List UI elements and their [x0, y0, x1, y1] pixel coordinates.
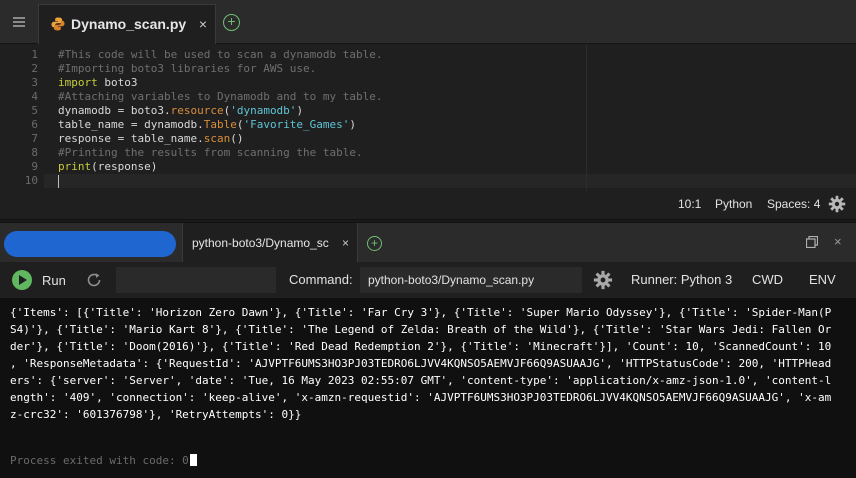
code-token: Table	[203, 118, 237, 131]
code-token: print	[58, 160, 92, 173]
editor-statusbar: 10:1 Python Spaces: 4	[0, 191, 856, 219]
code-token: 'dynamodb'	[230, 104, 297, 117]
code-line: #Importing boto3 libraries for AWS use.	[58, 62, 316, 76]
line-number: 6	[31, 118, 38, 131]
tab-dynamo-scan[interactable]: Dynamo_scan.py ×	[38, 4, 216, 44]
run-toolbar: Run Command: Runner: Python 3 CWD ENV	[0, 262, 856, 298]
output-line: {'Items': [{'Title': 'Horizon Zero Dawn'…	[10, 306, 832, 319]
code-line: table_name = dynamodb.Table('Favorite_Ga…	[58, 118, 356, 132]
output-line: , 'ResponseMetadata': {'RequestId': 'AJV…	[10, 357, 832, 370]
runner-settings-icon[interactable]	[593, 270, 613, 290]
command-input[interactable]	[360, 267, 582, 293]
editor-tabbar: Dynamo_scan.py × +	[0, 0, 856, 44]
code-token: dynamodb = boto3.	[58, 104, 171, 117]
tab-python-boto3-runner[interactable]: python-boto3/Dynamo_sc ×	[182, 223, 358, 263]
code-token: resource	[170, 104, 224, 117]
gear-icon[interactable]	[828, 195, 846, 213]
close-tab-icon[interactable]: ×	[342, 236, 349, 250]
line-number: 3	[31, 76, 38, 89]
command-label: Command:	[289, 272, 353, 287]
indent-setting[interactable]: Spaces: 4	[767, 197, 820, 211]
line-number: 1	[31, 48, 38, 61]
process-exit-message: Process exited with code: 0	[10, 454, 197, 468]
code-token: scan	[203, 132, 231, 145]
menu-icon[interactable]	[8, 11, 30, 33]
tab-label: Dynamo_scan.py	[71, 16, 187, 32]
redacted-tab[interactable]	[4, 231, 176, 257]
code-token: #Importing boto3 libraries for AWS use.	[58, 62, 317, 75]
add-tab-icon[interactable]: +	[223, 14, 240, 31]
output-line: ers': {'server': 'Server', 'date': 'Tue,…	[10, 374, 832, 387]
play-icon	[12, 270, 32, 290]
add-tab-icon[interactable]: +	[367, 236, 382, 251]
code-line: #Attaching variables to Dynamodb and to …	[58, 90, 383, 104]
code-line: #Printing the results from scanning the …	[58, 146, 363, 160]
env-button[interactable]: ENV	[809, 272, 836, 287]
output-line: ength': '409', 'connection': 'keep-alive…	[10, 391, 832, 404]
code-token: table_name = dynamodb.	[58, 118, 204, 131]
code-editor[interactable]: 1 2 3 4 5 6 7 8 9 10 #This code will be used to s…	[0, 45, 856, 191]
code-token: #This code will be used to scan a dynamo…	[58, 48, 383, 61]
cursor-position[interactable]: 10:1	[678, 197, 701, 211]
line-gutter: 1 2 3 4 5 6 7 8 9 10	[0, 45, 44, 191]
text-cursor	[58, 175, 59, 188]
code-token: (response)	[91, 160, 158, 173]
close-panel-icon[interactable]: ×	[834, 234, 842, 249]
code-token: #Printing the results from scanning the …	[58, 146, 363, 159]
output-line: der'}, {'Title': 'Doom(2016)'}, {'Title'…	[10, 340, 832, 353]
terminal-tabbar: python-boto3/Dynamo_sc × + ×	[0, 222, 856, 263]
restart-icon[interactable]	[84, 270, 104, 290]
editor-pane: Dynamo_scan.py × + 1 2 3 4 5 6 7 8 9 10 #This cod…	[0, 0, 856, 220]
tab-label: python-boto3/Dynamo_sc	[192, 236, 329, 250]
language-mode[interactable]: Python	[715, 197, 752, 211]
code-token: import	[58, 76, 98, 89]
terminal-output[interactable]: Process exited with code: 0 {'Items': [{…	[0, 298, 856, 478]
code-token: #Attaching variables to Dynamodb and to …	[58, 90, 383, 103]
terminal-cursor	[189, 454, 197, 466]
code-line: #This code will be used to scan a dynamo…	[58, 48, 383, 62]
code-token: response = table_name.	[58, 132, 204, 145]
python-file-icon	[51, 17, 65, 31]
line-number: 9	[31, 160, 38, 173]
code-line: dynamodb = boto3.resource('dynamodb')	[58, 104, 303, 118]
code-line: print(response)	[58, 160, 157, 174]
code-token: boto3	[97, 76, 138, 89]
line-number: 8	[31, 146, 38, 159]
code-token: 'Favorite_Games'	[243, 118, 350, 131]
line-number: 10	[24, 174, 38, 187]
runner-select[interactable]: Runner: Python 3	[631, 272, 732, 287]
run-args-input[interactable]	[116, 267, 276, 293]
output-line: z-crc32': '601376798'}, 'RetryAttempts':…	[10, 408, 302, 421]
maximize-icon[interactable]	[806, 236, 818, 248]
code-line: response = table_name.scan()	[58, 132, 243, 146]
line-number: 7	[31, 132, 38, 145]
line-number: 5	[31, 104, 38, 117]
run-label: Run	[42, 273, 66, 288]
code-line: import boto3	[58, 76, 138, 90]
code-lines: #This code will be used to scan a dynamo…	[58, 45, 848, 191]
code-token: )	[296, 104, 304, 117]
close-tab-icon[interactable]: ×	[199, 16, 207, 32]
line-number: 4	[31, 90, 38, 103]
line-number: 2	[31, 62, 38, 75]
output-line: S4)'}, {'Title': 'Mario Kart 8'}, {'Titl…	[10, 323, 832, 336]
code-token: )	[349, 118, 357, 131]
code-token: ()	[230, 132, 244, 145]
cwd-button[interactable]: CWD	[752, 272, 783, 287]
